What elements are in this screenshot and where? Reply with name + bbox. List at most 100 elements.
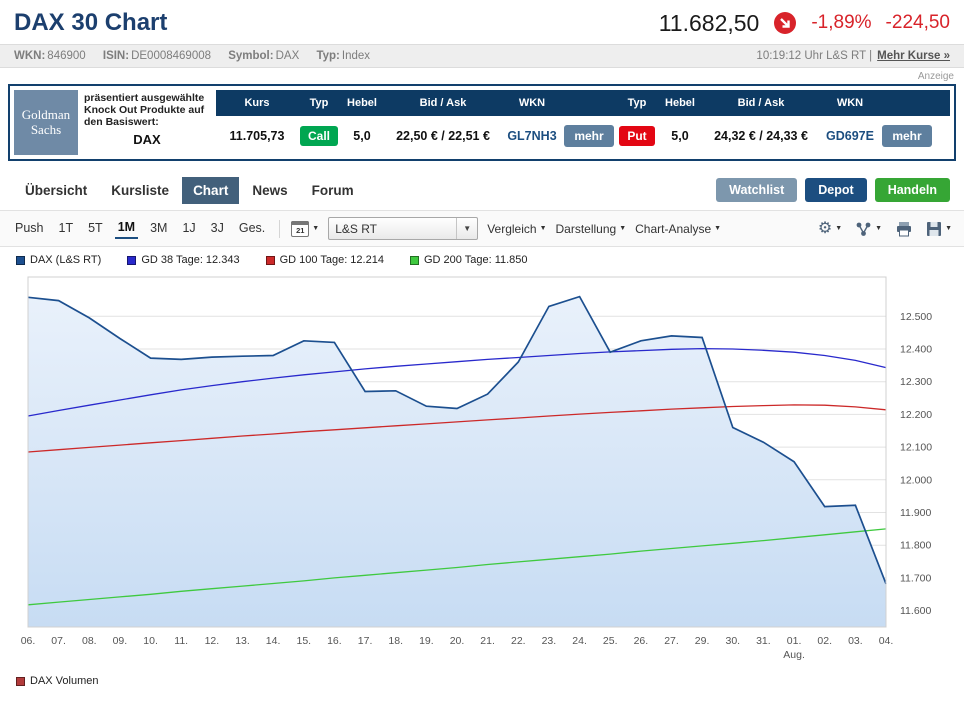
ad-underlying-price: 11.705,73 xyxy=(216,129,298,143)
quote-time: 10:19:12 Uhr L&S RT | xyxy=(756,50,872,62)
period-1j[interactable]: 1J xyxy=(179,219,198,238)
trend-down-icon xyxy=(773,11,797,35)
darstellung-menu[interactable]: Darstellung▼ xyxy=(556,222,627,236)
tab-kursliste[interactable]: Kursliste xyxy=(100,177,180,204)
svg-text:12.400: 12.400 xyxy=(900,344,932,356)
svg-text:12.100: 12.100 xyxy=(900,442,932,454)
chevron-down-icon: ▼ xyxy=(619,225,626,232)
vergleich-label: Vergleich xyxy=(487,222,536,236)
feed-select-value: L&S RT xyxy=(335,222,377,236)
gd100-legend-marker xyxy=(266,256,275,265)
svg-text:11.: 11. xyxy=(174,635,188,647)
svg-text:17.: 17. xyxy=(358,635,373,647)
header: DAX 30 Chart 11.682,50 -1,89% -224,50 xyxy=(0,0,964,44)
svg-text:02.: 02. xyxy=(817,635,832,647)
calendar-icon: 21 xyxy=(291,221,309,237)
legend-item-gd100: GD 100 Tage: 12.214 xyxy=(266,254,384,266)
chevron-down-icon: ▼ xyxy=(312,225,319,232)
col-bidask-call: Bid / Ask xyxy=(384,97,502,109)
call-hebel: 5,0 xyxy=(340,129,384,143)
ad-table-row: 11.705,73 Call 5,0 22,50 € / 22,51 € GL7… xyxy=(216,116,950,155)
volume-legend-label: DAX Volumen xyxy=(30,675,98,687)
darstellung-label: Darstellung xyxy=(556,222,617,236)
period-push[interactable]: Push xyxy=(12,219,47,238)
depot-button[interactable]: Depot xyxy=(805,178,866,202)
tab-forum[interactable]: Forum xyxy=(301,177,365,204)
put-wkn-link[interactable]: GD697E xyxy=(820,129,880,143)
svg-text:15.: 15. xyxy=(296,635,311,647)
watchlist-button[interactable]: Watchlist xyxy=(716,178,797,202)
change-percent: -1,89% xyxy=(811,12,871,34)
tab-uebersicht[interactable]: Übersicht xyxy=(14,177,98,204)
quote-block: 11.682,50 -1,89% -224,50 xyxy=(659,10,950,37)
gd38-legend-marker xyxy=(127,256,136,265)
save-button[interactable]: ▼ xyxy=(926,221,952,237)
printer-icon xyxy=(895,221,913,237)
handeln-button[interactable]: Handeln xyxy=(875,178,950,202)
svg-text:Aug.: Aug. xyxy=(783,649,805,661)
period-1m[interactable]: 1M xyxy=(115,218,138,239)
call-mehr-button[interactable]: mehr xyxy=(564,125,613,147)
svg-text:11.900: 11.900 xyxy=(900,507,931,519)
chart-analyse-menu[interactable]: Chart-Analyse▼ xyxy=(635,222,721,236)
svg-text:08.: 08. xyxy=(82,635,97,647)
ad-banner: Goldman Sachs präsentiert ausgewählte Kn… xyxy=(8,84,956,161)
tab-chart[interactable]: Chart xyxy=(182,177,239,204)
toolbar-divider xyxy=(279,220,280,238)
price-chart[interactable]: 11.60011.70011.80011.90012.00012.10012.2… xyxy=(0,269,964,673)
vergleich-menu[interactable]: Vergleich ▼ xyxy=(487,222,546,236)
chart-toolbar: Push 1T 5T 1M 3M 1J 3J Ges. 21 ▼ L&S RT … xyxy=(0,210,964,247)
mehr-kurse-link[interactable]: Mehr Kurse » xyxy=(877,50,950,62)
gd200-legend-marker xyxy=(410,256,419,265)
col-hebel-put: Hebel xyxy=(658,97,702,109)
feed-select[interactable]: L&S RT ▼ xyxy=(328,217,478,240)
svg-text:03.: 03. xyxy=(848,635,863,647)
isin-label: ISIN: xyxy=(103,50,129,62)
svg-text:18.: 18. xyxy=(388,635,403,647)
col-typ-put: Typ xyxy=(616,97,658,109)
gd100-legend-label: GD 100 Tage: 12.214 xyxy=(280,254,384,266)
col-kurs: Kurs xyxy=(216,97,298,109)
legend-item-gd200: GD 200 Tage: 11.850 xyxy=(410,254,528,266)
period-5t[interactable]: 5T xyxy=(85,219,106,238)
call-bidask: 22,50 € / 22,51 € xyxy=(384,129,502,143)
svg-text:12.300: 12.300 xyxy=(900,376,932,388)
period-1t[interactable]: 1T xyxy=(56,219,77,238)
volume-legend: DAX Volumen xyxy=(0,673,964,689)
indicators-button[interactable]: ▼ xyxy=(855,221,882,237)
period-3j[interactable]: 3J xyxy=(208,219,227,238)
svg-text:22.: 22. xyxy=(511,635,526,647)
svg-text:21.: 21. xyxy=(480,635,495,647)
svg-text:20.: 20. xyxy=(450,635,465,647)
goldman-sachs-logo: Goldman Sachs xyxy=(14,90,78,155)
period-3m[interactable]: 3M xyxy=(147,219,170,238)
svg-text:16.: 16. xyxy=(327,635,342,647)
legend-item-dax: DAX (L&S RT) xyxy=(16,254,101,266)
isin-value: DE0008469008 xyxy=(131,50,211,62)
quote-time-block: 10:19:12 Uhr L&S RT | Mehr Kurse » xyxy=(756,50,950,62)
wkn-label: WKN: xyxy=(14,50,45,62)
typ-label: Typ: xyxy=(316,50,339,62)
svg-text:12.500: 12.500 xyxy=(900,311,932,323)
tab-news[interactable]: News xyxy=(241,177,298,204)
col-hebel-call: Hebel xyxy=(340,97,384,109)
page: DAX 30 Chart 11.682,50 -1,89% -224,50 WK… xyxy=(0,0,964,689)
svg-text:06.: 06. xyxy=(21,635,36,647)
put-mehr-button[interactable]: mehr xyxy=(882,125,931,147)
call-wkn-link[interactable]: GL7NH3 xyxy=(502,129,562,143)
calendar-button[interactable]: 21 ▼ xyxy=(291,221,319,237)
calendar-day: 21 xyxy=(296,226,304,235)
col-typ-call: Typ xyxy=(298,97,340,109)
settings-button[interactable]: ⚙▼ xyxy=(818,221,842,237)
svg-text:23.: 23. xyxy=(542,635,557,647)
ad-product-table: Kurs Typ Hebel Bid / Ask WKN Typ Hebel B… xyxy=(216,90,950,155)
svg-text:26.: 26. xyxy=(634,635,649,647)
svg-text:24.: 24. xyxy=(572,635,587,647)
chevron-down-icon: ▼ xyxy=(540,225,547,232)
print-button[interactable] xyxy=(895,221,913,237)
wkn-value: 846900 xyxy=(47,50,85,62)
svg-text:10.: 10. xyxy=(143,635,158,647)
change-absolute: -224,50 xyxy=(886,12,950,34)
chart-analyse-label: Chart-Analyse xyxy=(635,222,711,236)
period-ges[interactable]: Ges. xyxy=(236,219,268,238)
